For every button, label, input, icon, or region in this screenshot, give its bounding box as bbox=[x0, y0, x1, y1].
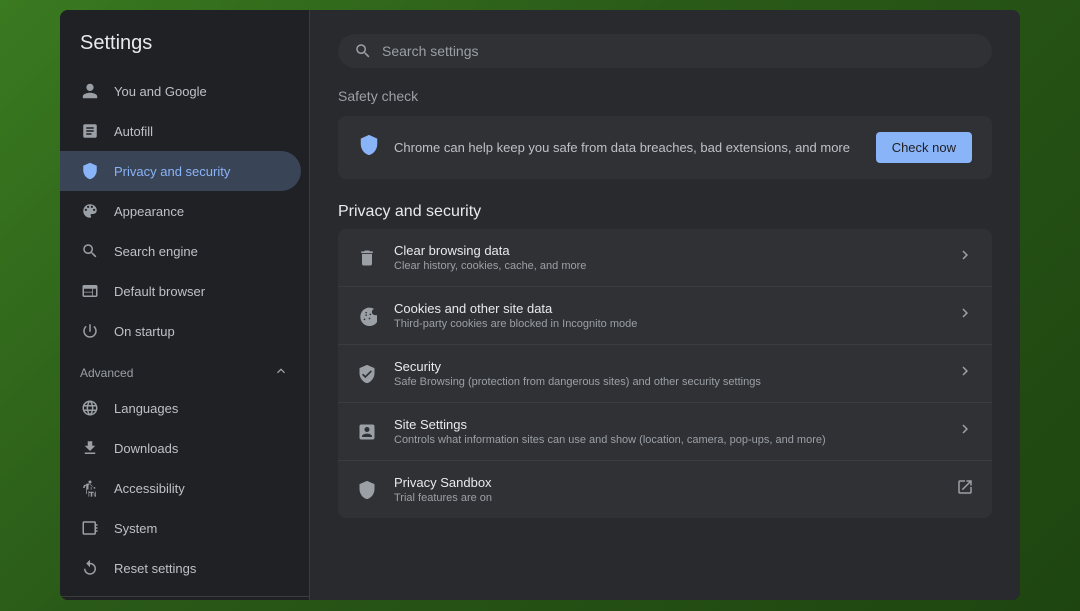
clear-browsing-data-text: Clear browsing data Clear history, cooki… bbox=[394, 243, 940, 272]
chevron-up-icon bbox=[273, 363, 289, 382]
chevron-right-icon bbox=[956, 362, 974, 385]
search-icon bbox=[80, 241, 100, 261]
sidebar-item-default-browser[interactable]: Default browser bbox=[60, 271, 301, 311]
trash-icon bbox=[356, 247, 378, 269]
sidebar-item-on-startup[interactable]: On startup bbox=[60, 311, 301, 351]
autofill-icon bbox=[80, 121, 100, 141]
privacy-sandbox-item[interactable]: Privacy Sandbox Trial features are on bbox=[338, 461, 992, 518]
sidebar-item-label: Downloads bbox=[114, 441, 178, 456]
sidebar-item-label: System bbox=[114, 521, 157, 536]
item-title: Site Settings bbox=[394, 417, 940, 432]
sidebar-item-languages[interactable]: Languages bbox=[60, 388, 301, 428]
item-subtitle: Clear history, cookies, cache, and more bbox=[394, 260, 940, 272]
download-icon bbox=[80, 438, 100, 458]
sidebar-item-search-engine[interactable]: Search engine bbox=[60, 231, 301, 271]
privacy-section-title: Privacy and security bbox=[338, 203, 992, 221]
chevron-right-icon bbox=[956, 246, 974, 269]
sidebar-item-label: Languages bbox=[114, 401, 178, 416]
site-settings-icon bbox=[356, 421, 378, 443]
safety-check-description: Chrome can help keep you safe from data … bbox=[394, 140, 862, 155]
site-settings-text: Site Settings Controls what information … bbox=[394, 417, 940, 446]
security-item[interactable]: Security Safe Browsing (protection from … bbox=[338, 345, 992, 403]
sidebar-item-label: Autofill bbox=[114, 124, 153, 139]
clear-browsing-data-item[interactable]: Clear browsing data Clear history, cooki… bbox=[338, 229, 992, 287]
privacy-settings-list: Clear browsing data Clear history, cooki… bbox=[338, 229, 992, 518]
accessibility-icon bbox=[80, 478, 100, 498]
sidebar-item-label: You and Google bbox=[114, 84, 207, 99]
search-icon bbox=[354, 42, 372, 60]
security-text: Security Safe Browsing (protection from … bbox=[394, 359, 940, 388]
sidebar-item-system[interactable]: System bbox=[60, 508, 301, 548]
system-icon bbox=[80, 518, 100, 538]
sidebar-item-privacy-and-security[interactable]: Privacy and security bbox=[60, 151, 301, 191]
sidebar-item-autofill[interactable]: Autofill bbox=[60, 111, 301, 151]
item-subtitle: Trial features are on bbox=[394, 492, 940, 504]
sidebar-item-accessibility[interactable]: Accessibility bbox=[60, 468, 301, 508]
sidebar-item-label: On startup bbox=[114, 324, 175, 339]
item-title: Privacy Sandbox bbox=[394, 475, 940, 490]
check-now-button[interactable]: Check now bbox=[876, 132, 972, 163]
privacy-sandbox-icon bbox=[356, 479, 378, 501]
safety-check-card: Chrome can help keep you safe from data … bbox=[338, 116, 992, 179]
search-input[interactable] bbox=[382, 43, 976, 59]
sidebar-item-label: Search engine bbox=[114, 244, 198, 259]
power-icon bbox=[80, 321, 100, 341]
main-content: Safety check Chrome can help keep you sa… bbox=[310, 10, 1020, 600]
item-subtitle: Safe Browsing (protection from dangerous… bbox=[394, 376, 940, 388]
security-shield-icon bbox=[356, 363, 378, 385]
site-settings-item[interactable]: Site Settings Controls what information … bbox=[338, 403, 992, 461]
cookies-site-data-item[interactable]: Cookies and other site data Third-party … bbox=[338, 287, 992, 345]
appearance-icon bbox=[80, 201, 100, 221]
sidebar-item-label: Reset settings bbox=[114, 561, 196, 576]
search-bar[interactable] bbox=[338, 34, 992, 68]
item-subtitle: Controls what information sites can use … bbox=[394, 434, 940, 446]
sidebar-item-appearance[interactable]: Appearance bbox=[60, 191, 301, 231]
sidebar-item-label: Privacy and security bbox=[114, 164, 230, 179]
person-icon bbox=[80, 81, 100, 101]
item-title: Cookies and other site data bbox=[394, 301, 940, 316]
privacy-sandbox-text: Privacy Sandbox Trial features are on bbox=[394, 475, 940, 504]
sidebar-item-label: Appearance bbox=[114, 204, 184, 219]
advanced-section-header[interactable]: Advanced bbox=[60, 351, 309, 388]
shield-icon bbox=[80, 161, 100, 181]
cookie-icon bbox=[356, 305, 378, 327]
sidebar-item-downloads[interactable]: Downloads bbox=[60, 428, 301, 468]
safety-check-section-title: Safety check bbox=[338, 88, 992, 104]
sidebar: Settings You and Google Autofill Privacy… bbox=[60, 10, 310, 600]
advanced-label: Advanced bbox=[80, 366, 133, 380]
sidebar-item-label: Accessibility bbox=[114, 481, 185, 496]
item-title: Clear browsing data bbox=[394, 243, 940, 258]
item-title: Security bbox=[394, 359, 940, 374]
settings-title: Settings bbox=[60, 20, 309, 71]
chevron-right-icon bbox=[956, 420, 974, 443]
safety-shield-icon bbox=[358, 134, 380, 161]
cookies-site-data-text: Cookies and other site data Third-party … bbox=[394, 301, 940, 330]
sidebar-item-reset-settings[interactable]: Reset settings bbox=[60, 548, 301, 588]
external-link-icon bbox=[956, 478, 974, 501]
item-subtitle: Third-party cookies are blocked in Incog… bbox=[394, 318, 940, 330]
reset-icon bbox=[80, 558, 100, 578]
chevron-right-icon bbox=[956, 304, 974, 327]
sidebar-item-label: Default browser bbox=[114, 284, 205, 299]
browser-icon bbox=[80, 281, 100, 301]
sidebar-item-you-and-google[interactable]: You and Google bbox=[60, 71, 301, 111]
globe-icon bbox=[80, 398, 100, 418]
